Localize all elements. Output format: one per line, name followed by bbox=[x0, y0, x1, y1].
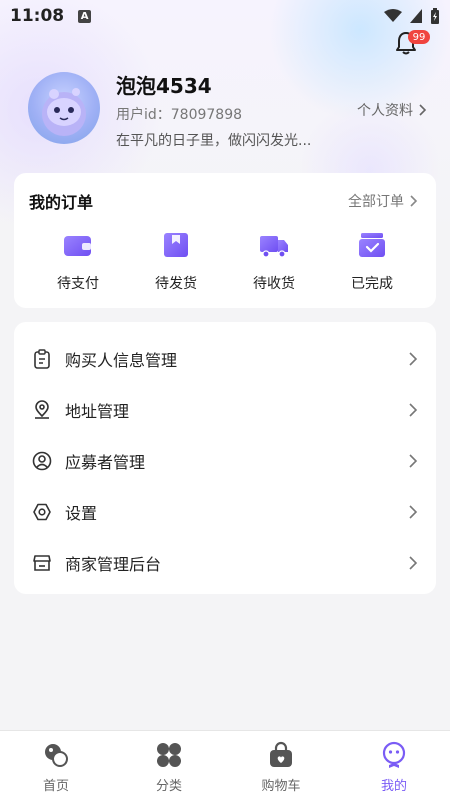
menu-card: 购买人信息管理 地址管理 应募者管理 设置 商家管理后台 bbox=[14, 322, 436, 594]
chevron-right-icon bbox=[409, 402, 418, 417]
chevron-right-icon bbox=[409, 504, 418, 519]
clipboard-icon bbox=[34, 348, 50, 369]
profile-link-label: 个人资料 bbox=[357, 103, 413, 119]
notification-count-badge: 99 bbox=[408, 30, 430, 44]
order-pending-receipt[interactable]: 待收货 bbox=[234, 231, 314, 293]
signal-icon bbox=[410, 9, 422, 23]
menu-item-buyer-info[interactable]: 购买人信息管理 bbox=[14, 333, 436, 384]
tab-label: 我的 bbox=[380, 779, 407, 794]
location-pin-icon bbox=[35, 399, 49, 419]
avatar[interactable] bbox=[28, 72, 100, 144]
menu-item-settings[interactable]: 设置 bbox=[14, 486, 436, 537]
tab-mine[interactable]: 我的 bbox=[349, 741, 439, 794]
chevron-right-icon bbox=[419, 104, 427, 116]
menu-item-label: 应募者管理 bbox=[65, 452, 146, 472]
category-icon bbox=[157, 743, 181, 767]
hexagon-settings-icon bbox=[33, 503, 51, 520]
menu-item-label: 购买人信息管理 bbox=[65, 350, 178, 370]
chevron-right-icon bbox=[409, 453, 418, 468]
tab-label: 购物车 bbox=[261, 779, 301, 794]
chevron-right-icon bbox=[409, 555, 418, 570]
orders-title: 我的订单 bbox=[29, 193, 94, 212]
order-completed[interactable]: 已完成 bbox=[332, 231, 412, 293]
status-time: 11:08 bbox=[10, 6, 65, 26]
menu-item-label: 地址管理 bbox=[65, 401, 130, 421]
profile-link[interactable]: 个人资料 bbox=[357, 100, 427, 120]
tab-category[interactable]: 分类 bbox=[124, 741, 214, 794]
package-icon bbox=[164, 233, 188, 257]
tab-home[interactable]: 首页 bbox=[11, 741, 101, 794]
all-orders-link[interactable]: 全部订单 bbox=[348, 191, 418, 211]
cart-bag-icon bbox=[270, 741, 292, 767]
truck-icon bbox=[260, 236, 288, 258]
user-bio: 在平凡的日子里，做闪闪发光... bbox=[116, 133, 312, 149]
order-pending-shipment[interactable]: 待发货 bbox=[136, 231, 216, 293]
wifi-icon bbox=[384, 9, 402, 22]
username: 泡泡4534 bbox=[116, 74, 212, 98]
profile-face-icon bbox=[382, 741, 406, 768]
menu-item-label: 商家管理后台 bbox=[65, 554, 162, 574]
chevron-right-icon bbox=[409, 351, 418, 366]
order-label: 待支付 bbox=[57, 276, 99, 292]
orders-card: 我的订单 全部订单 待支付 待发货 待收货 已完成 bbox=[14, 173, 436, 308]
bottom-tab-bar: 首页 分类 购物车 我的 bbox=[0, 730, 450, 801]
home-icon bbox=[45, 744, 68, 767]
wallet-icon bbox=[64, 236, 91, 256]
status-bar: 11:08 A bbox=[0, 0, 450, 32]
order-label: 待发货 bbox=[155, 276, 197, 292]
keyboard-indicator-icon: A bbox=[78, 9, 92, 23]
order-pending-payment[interactable]: 待支付 bbox=[38, 231, 118, 293]
completed-box-icon bbox=[359, 233, 385, 257]
battery-icon bbox=[431, 8, 439, 24]
order-label: 已完成 bbox=[351, 276, 393, 292]
user-circle-icon bbox=[32, 451, 52, 470]
chevron-right-icon bbox=[410, 195, 418, 207]
menu-item-applicants[interactable]: 应募者管理 bbox=[14, 435, 436, 486]
all-orders-label: 全部订单 bbox=[348, 194, 404, 210]
menu-item-merchant-admin[interactable]: 商家管理后台 bbox=[14, 537, 436, 588]
tab-label: 首页 bbox=[42, 779, 69, 794]
menu-item-address[interactable]: 地址管理 bbox=[14, 384, 436, 435]
tab-label: 分类 bbox=[155, 779, 182, 794]
avatar-character-icon bbox=[42, 88, 86, 136]
order-label: 待收货 bbox=[253, 276, 295, 292]
menu-item-label: 设置 bbox=[65, 503, 98, 523]
user-id: 用户id：78097898 bbox=[116, 107, 243, 123]
store-icon bbox=[33, 554, 51, 571]
tab-cart[interactable]: 购物车 bbox=[236, 741, 326, 794]
